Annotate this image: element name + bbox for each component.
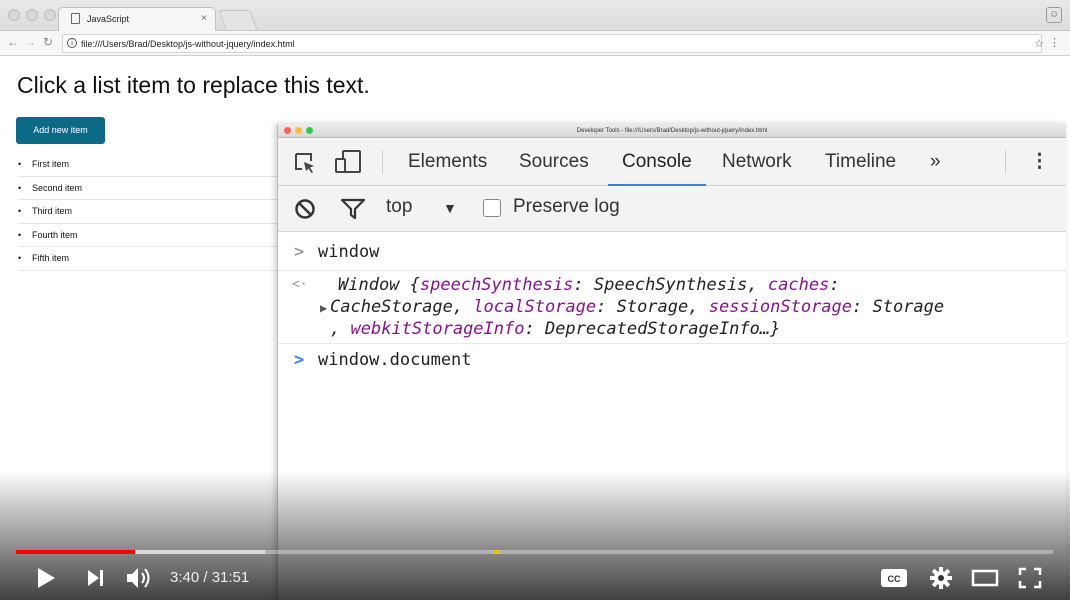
result-property: sessionStorage bbox=[708, 297, 853, 317]
list-item-label: Fourth item bbox=[32, 229, 78, 240]
browser-tab[interactable]: JavaScript × bbox=[58, 7, 216, 31]
minimize-window-icon[interactable] bbox=[26, 9, 38, 21]
close-window-icon[interactable] bbox=[8, 9, 20, 21]
device-toolbar-icon[interactable] bbox=[334, 150, 364, 174]
captions-icon[interactable]: CC bbox=[880, 568, 908, 588]
list-item-label: Third item bbox=[32, 206, 73, 216]
result-text: : bbox=[829, 275, 840, 295]
page-title: Click a list item to replace this text. bbox=[17, 72, 370, 98]
result-line-2: CacheStorage, localStorage: Storage, ses… bbox=[330, 297, 944, 317]
list-item-label: Second item bbox=[32, 182, 83, 193]
tab-elements[interactable]: Elements bbox=[408, 138, 487, 186]
active-prompt-icon: > bbox=[294, 350, 305, 370]
filter-icon[interactable] bbox=[340, 198, 366, 220]
result-text: Window { bbox=[338, 275, 420, 295]
item-list: • First item • Second item • Third item • Fo… bbox=[18, 153, 280, 271]
result-line-1: Window {speechSynthesis: SpeechSynthesis… bbox=[338, 275, 840, 295]
forward-icon[interactable]: → bbox=[24, 35, 36, 49]
result-line-3: , webkitStorageInfo: DeprecatedStorageIn… bbox=[330, 319, 780, 339]
play-icon[interactable] bbox=[36, 567, 56, 589]
progress-played bbox=[16, 550, 136, 554]
browser-menu-icon[interactable]: ⋮ bbox=[1049, 36, 1060, 49]
devtools-maximize-icon[interactable] bbox=[306, 127, 313, 134]
result-property: localStorage bbox=[473, 297, 597, 317]
video-frame[interactable]: JavaScript × ☺ ← → ↻ i file:///Users/Bra… bbox=[0, 0, 1070, 600]
preserve-log-checkbox[interactable] bbox=[483, 199, 501, 217]
settings-gear-icon[interactable] bbox=[929, 566, 953, 590]
next-icon[interactable] bbox=[87, 569, 105, 587]
context-dropdown-icon[interactable]: ▼ bbox=[443, 200, 457, 216]
console-input-text: window bbox=[318, 242, 380, 262]
devtools-menu-icon[interactable]: ⋮ bbox=[1030, 138, 1049, 186]
list-item[interactable]: • Second item bbox=[18, 177, 280, 200]
url-text: file:///Users/Brad/Desktop/js-without-jq… bbox=[81, 39, 295, 49]
list-item-label: First item bbox=[32, 159, 69, 169]
console-toolbar: top ▼ Preserve log bbox=[278, 186, 1066, 232]
new-tab-button[interactable] bbox=[218, 10, 258, 30]
document-icon bbox=[71, 13, 80, 24]
reload-icon[interactable]: ↻ bbox=[43, 35, 53, 49]
devtools-close-icon[interactable] bbox=[284, 127, 291, 134]
result-property: caches bbox=[767, 275, 830, 295]
console-divider bbox=[278, 343, 1067, 344]
inspect-element-icon[interactable] bbox=[294, 152, 316, 174]
time-display: 3:40 / 31:51 bbox=[170, 569, 250, 586]
add-new-item-button[interactable]: Add new item bbox=[16, 117, 105, 144]
result-text: : SpeechSynthesis, bbox=[573, 275, 768, 295]
list-item[interactable]: • Fourth item bbox=[18, 224, 280, 247]
browser-tab-title: JavaScript bbox=[87, 14, 130, 24]
devtools-minimize-icon[interactable] bbox=[295, 127, 302, 134]
clear-console-icon[interactable] bbox=[294, 198, 316, 220]
toolbar-divider bbox=[382, 150, 383, 174]
profile-icon[interactable]: ☺ bbox=[1046, 7, 1062, 23]
result-property: speechSynthesis bbox=[419, 275, 574, 295]
expand-triangle-icon[interactable]: ▶ bbox=[320, 301, 327, 315]
result-text: : DeprecatedStorageInfo…} bbox=[524, 319, 781, 339]
tab-sources[interactable]: Sources bbox=[519, 138, 589, 186]
back-icon[interactable]: ← bbox=[7, 35, 19, 49]
result-text: CacheStorage, bbox=[330, 297, 474, 317]
devtools-window-title: Developer Tools - file:///Users/Brad/Des… bbox=[576, 128, 768, 134]
list-item[interactable]: • Third item bbox=[18, 200, 280, 224]
browser-tab-bar: JavaScript × ☺ bbox=[0, 0, 1070, 31]
result-text: , bbox=[330, 319, 351, 339]
tab-console[interactable]: Console bbox=[608, 138, 706, 186]
result-property: webkitStorageInfo bbox=[350, 319, 525, 339]
theater-mode-icon[interactable] bbox=[971, 569, 999, 587]
console-input-text[interactable]: window.document bbox=[318, 350, 472, 370]
toolbar-divider bbox=[1005, 150, 1006, 174]
player-gradient bbox=[0, 470, 1070, 600]
devtools-tab-bar: Elements Sources Console Network Timelin… bbox=[278, 138, 1066, 186]
console-divider bbox=[278, 270, 1067, 271]
result-text: : Storage, bbox=[596, 297, 709, 317]
tab-close-icon[interactable]: × bbox=[201, 13, 207, 24]
maximize-window-icon[interactable] bbox=[44, 9, 56, 21]
tab-network[interactable]: Network bbox=[722, 138, 792, 186]
output-arrow-icon: <· bbox=[292, 277, 308, 292]
svg-text:CC: CC bbox=[888, 574, 901, 584]
preserve-log-label: Preserve log bbox=[513, 196, 620, 217]
result-text: : Storage bbox=[852, 297, 945, 317]
fullscreen-icon[interactable] bbox=[1018, 567, 1042, 589]
tab-timeline[interactable]: Timeline bbox=[825, 138, 896, 186]
list-item[interactable]: • Fifth item bbox=[18, 247, 280, 271]
devtools-title-bar: Developer Tools - file:///Users/Brad/Des… bbox=[278, 124, 1066, 138]
list-item[interactable]: • First item bbox=[18, 153, 280, 177]
input-prompt-icon: > bbox=[294, 242, 305, 262]
list-item-label: Fifth item bbox=[32, 253, 70, 263]
more-tabs-icon[interactable]: » bbox=[930, 138, 941, 186]
volume-icon[interactable] bbox=[125, 566, 153, 590]
context-selector[interactable]: top bbox=[386, 196, 412, 218]
address-bar-row: ← → ↻ i file:///Users/Brad/Desktop/js-wi… bbox=[0, 31, 1070, 56]
bookmark-star-icon[interactable]: ☆ bbox=[1034, 37, 1044, 50]
url-field[interactable]: i file:///Users/Brad/Desktop/js-without-… bbox=[62, 34, 1042, 53]
info-icon[interactable]: i bbox=[67, 38, 77, 48]
chapter-marker bbox=[494, 550, 499, 554]
